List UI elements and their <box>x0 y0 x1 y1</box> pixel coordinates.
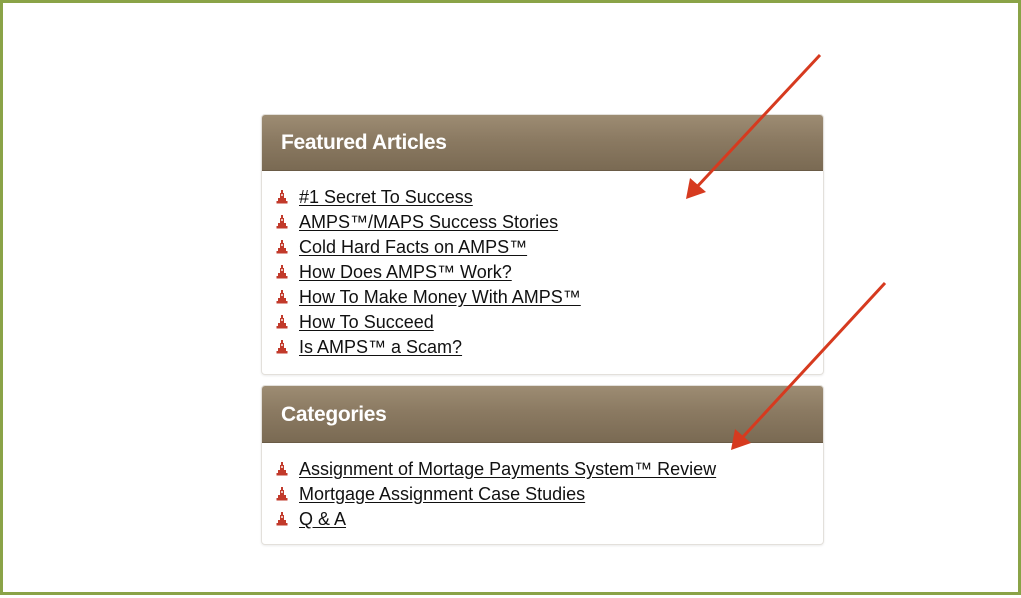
featured-link-secret-to-success[interactable]: #1 Secret To Success <box>299 187 473 207</box>
tower-bullet-icon <box>276 214 288 229</box>
category-link-q-and-a[interactable]: Q & A <box>299 509 346 529</box>
tower-bullet-icon <box>276 461 288 476</box>
category-link-case-studies[interactable]: Mortgage Assignment Case Studies <box>299 484 585 504</box>
list-item: How To Succeed <box>276 310 823 335</box>
featured-articles-widget: Featured Articles #1 Secret To Success A… <box>261 114 824 375</box>
categories-widget: Categories Assignment of Mortage Payment… <box>261 385 824 545</box>
categories-title: Categories <box>262 386 823 443</box>
featured-articles-list: #1 Secret To Success AMPS™/MAPS Success … <box>262 171 823 360</box>
list-item: Mortgage Assignment Case Studies <box>276 482 823 507</box>
list-item: #1 Secret To Success <box>276 185 823 210</box>
featured-link-make-money[interactable]: How To Make Money With AMPS™ <box>299 287 581 307</box>
tower-bullet-icon <box>276 289 288 304</box>
list-item: Q & A <box>276 507 823 532</box>
category-link-amps-review[interactable]: Assignment of Mortage Payments System™ R… <box>299 459 716 479</box>
list-item: Cold Hard Facts on AMPS™ <box>276 235 823 260</box>
list-item: Is AMPS™ a Scam? <box>276 335 823 360</box>
list-item: How To Make Money With AMPS™ <box>276 285 823 310</box>
featured-link-how-does-amps-work[interactable]: How Does AMPS™ Work? <box>299 262 512 282</box>
tower-bullet-icon <box>276 264 288 279</box>
list-item: AMPS™/MAPS Success Stories <box>276 210 823 235</box>
featured-link-success-stories[interactable]: AMPS™/MAPS Success Stories <box>299 212 558 232</box>
tower-bullet-icon <box>276 189 288 204</box>
tower-bullet-icon <box>276 511 288 526</box>
featured-link-how-to-succeed[interactable]: How To Succeed <box>299 312 434 332</box>
list-item: How Does AMPS™ Work? <box>276 260 823 285</box>
featured-link-cold-hard-facts[interactable]: Cold Hard Facts on AMPS™ <box>299 237 527 257</box>
featured-link-is-amps-a-scam[interactable]: Is AMPS™ a Scam? <box>299 337 462 357</box>
list-item: Assignment of Mortage Payments System™ R… <box>276 457 823 482</box>
tower-bullet-icon <box>276 486 288 501</box>
page-frame: Featured Articles #1 Secret To Success A… <box>0 0 1021 595</box>
featured-articles-title: Featured Articles <box>262 115 823 171</box>
tower-bullet-icon <box>276 239 288 254</box>
tower-bullet-icon <box>276 314 288 329</box>
tower-bullet-icon <box>276 339 288 354</box>
categories-list: Assignment of Mortage Payments System™ R… <box>262 443 823 532</box>
